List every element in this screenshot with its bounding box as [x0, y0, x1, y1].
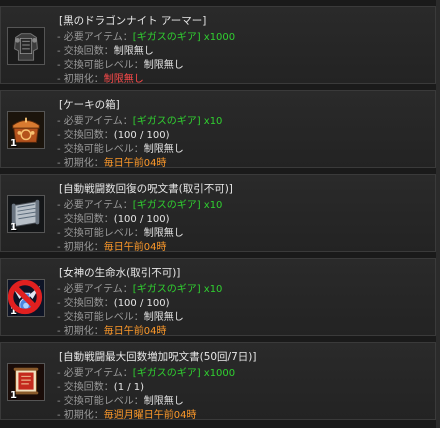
- armor-icon[interactable]: [7, 27, 45, 65]
- item-title: [黒のドラゴンナイト アーマー]: [59, 15, 207, 27]
- exchange-item[interactable]: 1 [ケーキの箱] - 必要アイテム：[ギガスのギア] x10 - 交換回数：(…: [0, 90, 436, 169]
- reset-label: - 初期化：: [57, 158, 104, 169]
- reset-value: 毎週月曜日午前04時: [103, 410, 197, 421]
- exchange-level-value: 制限無し: [143, 60, 184, 71]
- reset-label: - 初期化：: [57, 410, 104, 421]
- no-trade-icon: [8, 280, 43, 315]
- reset-value: 毎日午前04時: [103, 242, 167, 253]
- stack-count: 1: [10, 222, 17, 233]
- scrollbar-track[interactable]: [436, 0, 440, 428]
- reset-label: - 初期化：: [57, 74, 104, 85]
- red-scroll-icon[interactable]: 1: [7, 363, 45, 401]
- reset-value: 毎日午前04時: [103, 158, 167, 169]
- reset-label: - 初期化：: [57, 242, 104, 253]
- item-title: [女神の生命水(取引不可)]: [59, 267, 181, 279]
- potion-icon[interactable]: 1: [7, 279, 45, 317]
- reset-value: 制限無し: [103, 74, 144, 85]
- exchange-item[interactable]: 1 [自動戦闘最大回数増加呪文書(50回/7日)] - 必要アイテム：[ギガスの…: [0, 342, 436, 421]
- reset-value: 毎日午前04時: [103, 326, 167, 337]
- item-title: [自動戦闘最大回数増加呪文書(50回/7日)]: [59, 351, 257, 363]
- cake-box-icon[interactable]: 1: [7, 111, 45, 149]
- stack-count: 1: [10, 138, 17, 149]
- required-item-value: [ギガスのギア] x1000: [132, 368, 236, 379]
- stack-count: 1: [10, 390, 17, 401]
- scroll-icon[interactable]: 1: [7, 195, 45, 233]
- exchange-item-list: [黒のドラゴンナイト アーマー] - 必要アイテム：[ギガスのギア] x1000…: [0, 0, 440, 428]
- exchange-item[interactable]: 1 [女神の生命水(取引不可)] - 必要アイテム：[ギガスのギア] x10 -…: [0, 258, 436, 337]
- exchange-item[interactable]: [黒のドラゴンナイト アーマー] - 必要アイテム：[ギガスのギア] x1000…: [0, 6, 436, 85]
- item-title: [ケーキの箱]: [59, 99, 120, 111]
- exchange-item[interactable]: 1 [自動戦闘数回復の呪文書(取引不可)] - 必要アイテム：[ギガスのギア] …: [0, 174, 436, 253]
- item-title: [自動戦闘数回復の呪文書(取引不可)]: [59, 183, 233, 195]
- reset-label: - 初期化：: [57, 326, 104, 337]
